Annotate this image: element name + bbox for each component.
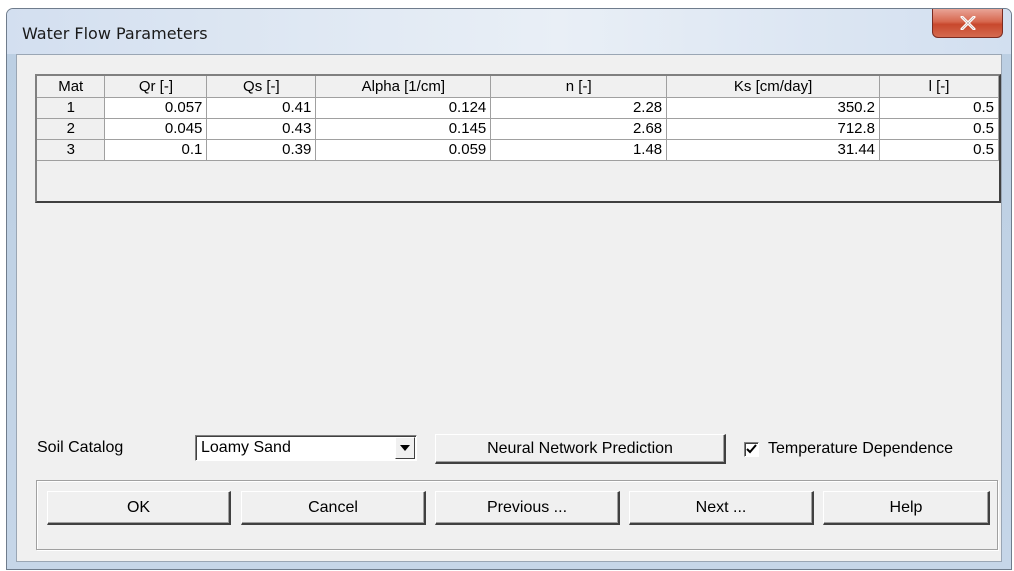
table-row: 3 0.1 0.39 0.059 1.48 31.44 0.5	[37, 139, 999, 161]
cell-mat: 1	[37, 97, 106, 119]
cell-n[interactable]: 2.68	[490, 118, 668, 140]
soil-catalog-select[interactable]: Loamy Sand	[195, 435, 417, 461]
title-bar[interactable]: Water Flow Parameters	[7, 9, 1011, 54]
cell-qs[interactable]: 0.41	[206, 97, 317, 119]
dropdown-button[interactable]	[395, 437, 415, 459]
column-header-n[interactable]: n [-]	[490, 76, 668, 98]
cell-ks[interactable]: 31.44	[666, 139, 881, 161]
table-header-row: Mat Qr [-] Qs [-] Alpha [1/cm] n [-] Ks …	[37, 76, 999, 98]
close-button[interactable]	[932, 9, 1003, 38]
checkmark-icon	[746, 444, 757, 454]
column-header-mat[interactable]: Mat	[37, 76, 106, 98]
parameters-table: Mat Qr [-] Qs [-] Alpha [1/cm] n [-] Ks …	[37, 76, 999, 161]
cell-alpha[interactable]: 0.124	[315, 97, 492, 119]
cell-mat: 3	[37, 139, 106, 161]
close-x-icon	[960, 16, 975, 30]
table-row: 1 0.057 0.41 0.124 2.28 350.2 0.5	[37, 97, 999, 119]
cell-n[interactable]: 2.28	[490, 97, 668, 119]
cell-alpha[interactable]: 0.145	[315, 118, 492, 140]
cell-n[interactable]: 1.48	[490, 139, 668, 161]
cell-l[interactable]: 0.5	[879, 139, 999, 161]
cell-alpha[interactable]: 0.059	[315, 139, 492, 161]
ok-button[interactable]: OK	[47, 491, 231, 525]
cell-qr[interactable]: 0.057	[104, 97, 208, 119]
temperature-dependence-toggle[interactable]: Temperature Dependence	[744, 438, 953, 460]
temperature-dependence-checkbox[interactable]	[744, 441, 759, 457]
parameters-grid: Mat Qr [-] Qs [-] Alpha [1/cm] n [-] Ks …	[35, 74, 1001, 203]
window-title: Water Flow Parameters	[22, 24, 208, 43]
soil-catalog-label: Soil Catalog	[37, 439, 124, 456]
next-button[interactable]: Next ...	[629, 491, 814, 525]
neural-network-prediction-button[interactable]: Neural Network Prediction	[435, 434, 726, 464]
column-header-qs[interactable]: Qs [-]	[206, 76, 317, 98]
chevron-down-icon	[400, 445, 410, 451]
table-row: 2 0.045 0.43 0.145 2.68 712.8 0.5	[37, 118, 999, 140]
cell-l[interactable]: 0.5	[879, 118, 999, 140]
cancel-button[interactable]: Cancel	[241, 491, 426, 525]
dialog-window: Water Flow Parameters Mat Qr [-] Qs [-] …	[6, 8, 1012, 570]
cell-qr[interactable]: 0.045	[104, 118, 208, 140]
temperature-dependence-label: Temperature Dependence	[768, 440, 954, 457]
dialog-client-area: Mat Qr [-] Qs [-] Alpha [1/cm] n [-] Ks …	[16, 54, 1002, 562]
soil-catalog-value: Loamy Sand	[201, 439, 291, 456]
cell-ks[interactable]: 350.2	[666, 97, 881, 119]
previous-button[interactable]: Previous ...	[435, 491, 620, 525]
column-header-alpha[interactable]: Alpha [1/cm]	[315, 76, 492, 98]
cell-l[interactable]: 0.5	[879, 97, 999, 119]
help-button[interactable]: Help	[823, 491, 990, 525]
column-header-l[interactable]: l [-]	[879, 76, 999, 98]
column-header-qr[interactable]: Qr [-]	[104, 76, 208, 98]
cell-qs[interactable]: 0.43	[206, 118, 317, 140]
column-header-ks[interactable]: Ks [cm/day]	[666, 76, 881, 98]
cell-qr[interactable]: 0.1	[104, 139, 208, 161]
cell-ks[interactable]: 712.8	[666, 118, 881, 140]
cell-mat: 2	[37, 118, 106, 140]
cell-qs[interactable]: 0.39	[206, 139, 317, 161]
